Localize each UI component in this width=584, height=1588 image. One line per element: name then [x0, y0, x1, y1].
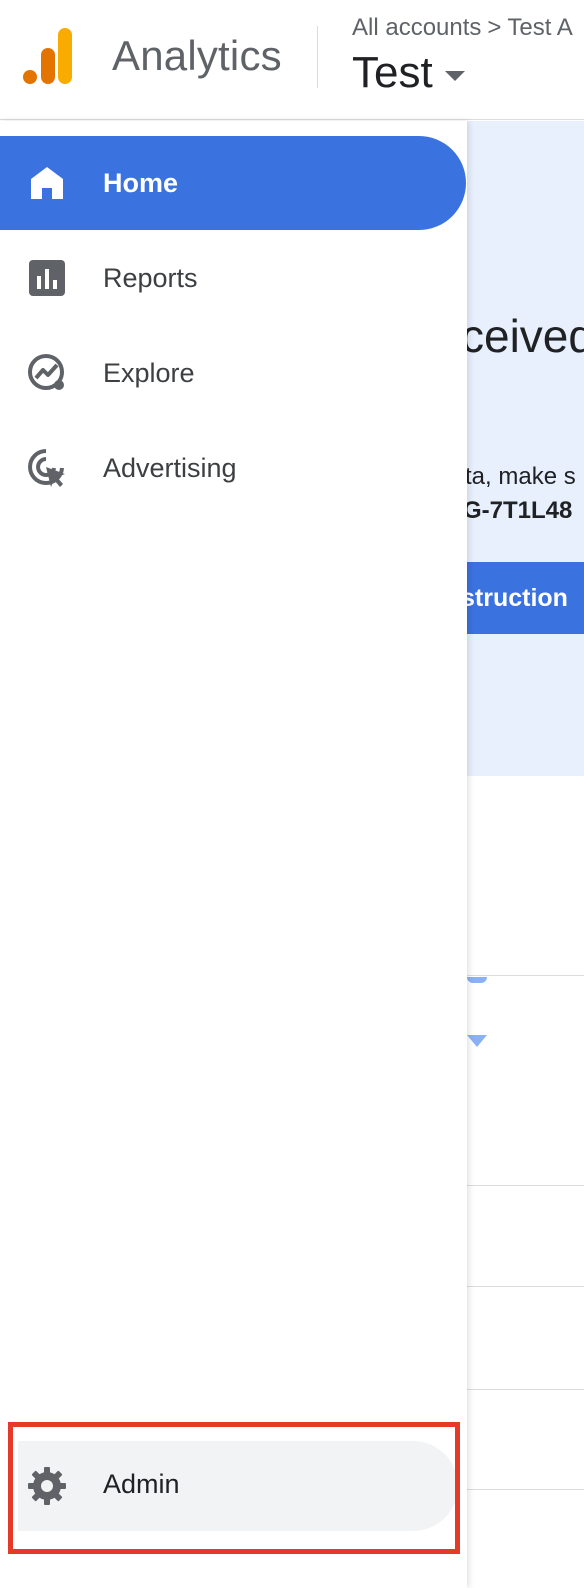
breadcrumb-separator: > [487, 14, 502, 41]
breadcrumb-account[interactable]: Test A [507, 14, 572, 41]
nav-item-label: Advertising [103, 452, 237, 483]
analytics-logo-icon[interactable] [22, 26, 74, 86]
explore-icon [28, 354, 64, 390]
divider [467, 1489, 584, 1490]
main-content: ceived ta, make s G-7T1L48 struction [467, 121, 584, 1588]
breadcrumb-accounts[interactable]: All accounts [352, 14, 481, 41]
navigation-drawer: Home Reports Explore Advertising Admin [0, 121, 467, 1588]
caret-down-icon [444, 71, 465, 81]
product-name[interactable]: Analytics [112, 32, 282, 80]
nav-item-advertising[interactable]: Advertising [0, 421, 466, 515]
nav-item-label: Reports [103, 262, 198, 293]
instructions-button[interactable]: struction [467, 562, 584, 634]
breadcrumb[interactable]: All accounts > Test A [352, 14, 573, 42]
divider [467, 1286, 584, 1287]
setup-banner: ceived ta, make s G-7T1L48 struction [467, 121, 584, 776]
nav-item-explore[interactable]: Explore [0, 326, 466, 420]
header-divider [317, 26, 318, 88]
divider [467, 1185, 584, 1186]
nav-item-label: Home [103, 167, 179, 198]
chart-fragment [467, 977, 487, 983]
measurement-id: G-7T1L48 [467, 497, 573, 524]
banner-heading: ceived [467, 310, 584, 362]
property-picker[interactable]: Test [352, 48, 465, 98]
nav-item-reports[interactable]: Reports [0, 231, 466, 325]
nav-item-home[interactable]: Home [0, 136, 466, 230]
admin-highlight-box [8, 1422, 460, 1554]
banner-text: ta, make s [467, 463, 576, 490]
chart-fragment-arrow [467, 1035, 487, 1047]
divider [467, 1389, 584, 1390]
property-name: Test [352, 48, 433, 97]
home-icon [31, 167, 63, 199]
reports-icon [29, 260, 65, 296]
divider [467, 975, 584, 976]
instructions-button-label: struction [467, 584, 568, 612]
advertising-icon [28, 449, 65, 487]
top-app-bar: Analytics All accounts > Test A Test [0, 0, 584, 120]
nav-item-label: Explore [103, 357, 195, 388]
